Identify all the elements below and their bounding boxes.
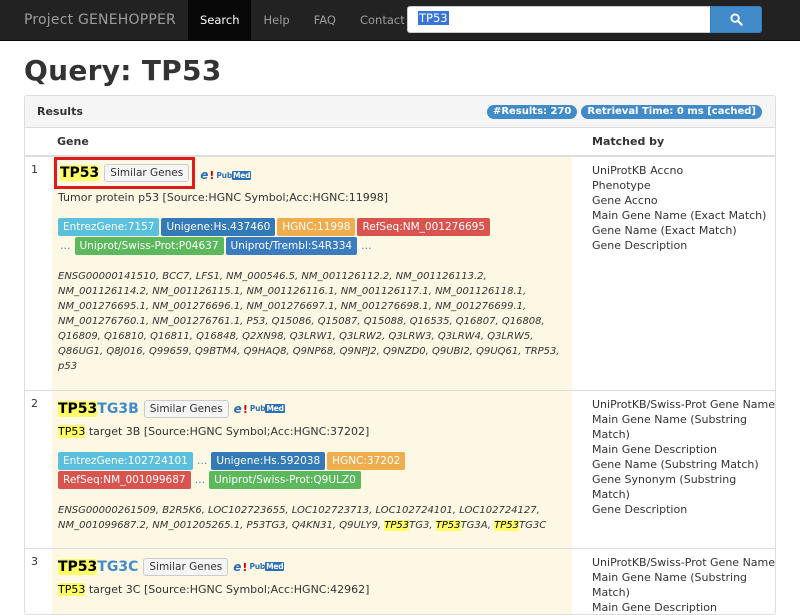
search-input[interactable]: TP53 bbox=[407, 6, 710, 33]
gene-description: TP53 target 3C [Source:HGNC Symbol;Acc:H… bbox=[58, 582, 370, 596]
matched-by-cell: UniProtKB/Swiss-Prot Gene Name Main Gene… bbox=[572, 389, 776, 548]
match-reason: UniProtKB/Swiss-Prot Gene Name bbox=[592, 397, 776, 411]
panel-heading: Results #Results: 270 Retrieval Time: 0 … bbox=[25, 96, 775, 128]
tag-hgnc[interactable]: HGNC:37202 bbox=[327, 451, 406, 470]
navbar: Project GENEHOPPER Search Help FAQ Conta… bbox=[0, 0, 800, 41]
search-icon bbox=[729, 13, 743, 26]
similar-genes-button[interactable]: Similar Genes bbox=[143, 399, 229, 418]
tag-unigene[interactable]: Unigene:Hs.437460 bbox=[161, 218, 276, 236]
gene-cell: TP53 Similar Genes e PubMed Tumor protei… bbox=[52, 155, 572, 390]
search-input-value: TP53 bbox=[418, 11, 449, 25]
more-uniprot-link[interactable]: ... bbox=[359, 237, 374, 255]
tag-swissprot[interactable]: Uniprot/Swiss-Prot:Q9ULZ0 bbox=[209, 470, 361, 489]
panel-title: Results bbox=[37, 105, 83, 118]
match-reason: Gene Name (Substring Match) bbox=[592, 457, 759, 471]
row-index: 3 bbox=[25, 547, 52, 614]
col-index bbox=[25, 128, 52, 157]
entrez-icon[interactable]: e bbox=[234, 402, 248, 416]
gene-symbol-link[interactable]: TP53TG3C bbox=[58, 558, 138, 575]
more-ids-link[interactable]: ... bbox=[58, 237, 73, 255]
tag-refseq[interactable]: RefSeq:NM_001276695 bbox=[357, 218, 491, 236]
table-row: 3 TP53TG3C Similar Genes e PubMed TP53 t… bbox=[25, 547, 776, 614]
gene-synonyms: ENSG00000141510, BCC7, LFS1, NM_000546.5… bbox=[58, 271, 560, 372]
gene-symbol-link[interactable]: TP53TG3B bbox=[58, 400, 139, 417]
match-reason: Gene Name (Exact Match) bbox=[592, 224, 737, 237]
match-reason: Main Gene Description bbox=[592, 442, 717, 456]
match-reason: Gene Accno bbox=[592, 194, 658, 207]
pubmed-icon[interactable]: PubMed bbox=[249, 562, 285, 571]
gene-synonyms: ENSG00000261509, B2R5K6, LOC102723655, L… bbox=[58, 504, 547, 531]
gene-tags: EntrezGene:102724101 ... Unigene:Hs.5920… bbox=[58, 451, 498, 489]
gene-highlight-box: TP53 Similar Genes bbox=[54, 157, 196, 189]
similar-genes-button[interactable]: Similar Genes bbox=[104, 164, 190, 182]
results-panel: Results #Results: 270 Retrieval Time: 0 … bbox=[24, 95, 776, 615]
match-reason: Gene Description bbox=[592, 239, 688, 252]
col-matched: Matched by bbox=[572, 128, 775, 157]
matched-by-cell: UniProtKB Accno Phenotype Gene Accno Mai… bbox=[572, 155, 775, 390]
brand-logo[interactable]: Project GENEHOPPER bbox=[0, 0, 188, 40]
gene-description: Tumor protein p53 [Source:HGNC Symbol;Ac… bbox=[58, 191, 389, 204]
gene-cell: TP53TG3B Similar Genes e PubMed TP53 tar… bbox=[52, 389, 572, 548]
row-index: 2 bbox=[25, 389, 52, 548]
tag-swissprot[interactable]: Uniprot/Swiss-Prot:P04637 bbox=[74, 237, 224, 255]
table-row: 2 TP53TG3B Similar Genes e PubMed TP53 t… bbox=[25, 389, 776, 548]
table-row: 1 TP53 Similar Genes e PubMed Tumor prot… bbox=[25, 155, 775, 390]
col-gene: Gene bbox=[52, 128, 572, 157]
tag-entrez[interactable]: EntrezGene:7157 bbox=[58, 218, 160, 236]
nav-search[interactable]: Search bbox=[187, 0, 252, 40]
row-index: 1 bbox=[25, 155, 52, 390]
match-reason: Gene Description bbox=[592, 502, 688, 516]
entrez-icon[interactable]: e bbox=[200, 168, 214, 182]
match-reason: Main Gene Description bbox=[592, 600, 717, 614]
search-form: TP53 bbox=[407, 6, 762, 33]
tag-unigene[interactable]: Unigene:Hs.592038 bbox=[211, 451, 326, 470]
tag-refseq[interactable]: RefSeq:NM_001099687 bbox=[58, 470, 191, 489]
gene-symbol-link[interactable]: TP53 bbox=[60, 165, 100, 181]
nav-help[interactable]: Help bbox=[251, 0, 301, 40]
pubmed-icon[interactable]: PubMed bbox=[250, 404, 285, 413]
match-reason: Gene Synonym (Substring Match) bbox=[592, 472, 737, 501]
match-reason: UniProtKB/Swiss-Prot Gene Name bbox=[592, 555, 776, 569]
search-button[interactable] bbox=[710, 6, 762, 33]
gene-cell: TP53TG3C Similar Genes e PubMed TP53 tar… bbox=[52, 547, 572, 614]
match-reason: Main Gene Name (Exact Match) bbox=[592, 209, 767, 222]
results-table: Gene Matched by 1 TP53 Similar Genes e !… bbox=[25, 128, 776, 614]
tag-hgnc[interactable]: HGNC:11998 bbox=[277, 218, 356, 236]
match-reason: Main Gene Name (Substring Match) bbox=[592, 570, 748, 599]
gene-description: TP53 target 3B [Source:HGNC Symbol;Acc:H… bbox=[58, 424, 370, 438]
more-ids-link[interactable]: ... bbox=[193, 471, 208, 489]
match-reason: UniProtKB Accno bbox=[592, 164, 684, 177]
tag-entrez[interactable]: EntrezGene:102724101 bbox=[58, 451, 193, 470]
results-count-badge: #Results: 270 bbox=[486, 105, 578, 119]
similar-genes-button[interactable]: Similar Genes bbox=[143, 557, 229, 576]
match-reason: Phenotype bbox=[592, 179, 651, 192]
page-title: Query: TP53 bbox=[24, 54, 222, 87]
retrieval-time-badge: Retrieval Time: 0 ms [cached] bbox=[581, 105, 762, 119]
match-reason: Main Gene Name (Substring Match) bbox=[592, 412, 748, 441]
gene-tags: EntrezGene:7157 Unigene:Hs.437460 HGNC:1… bbox=[58, 218, 498, 255]
pubmed-icon[interactable]: PubMed bbox=[216, 170, 252, 180]
matched-by-cell: UniProtKB/Swiss-Prot Gene Name Main Gene… bbox=[572, 547, 776, 614]
tag-trembl[interactable]: Uniprot/Trembl:S4R334 bbox=[225, 237, 358, 255]
nav-faq[interactable]: FAQ bbox=[302, 0, 348, 40]
more-entrez-link[interactable]: ... bbox=[195, 452, 210, 470]
entrez-icon[interactable]: e bbox=[233, 560, 247, 574]
